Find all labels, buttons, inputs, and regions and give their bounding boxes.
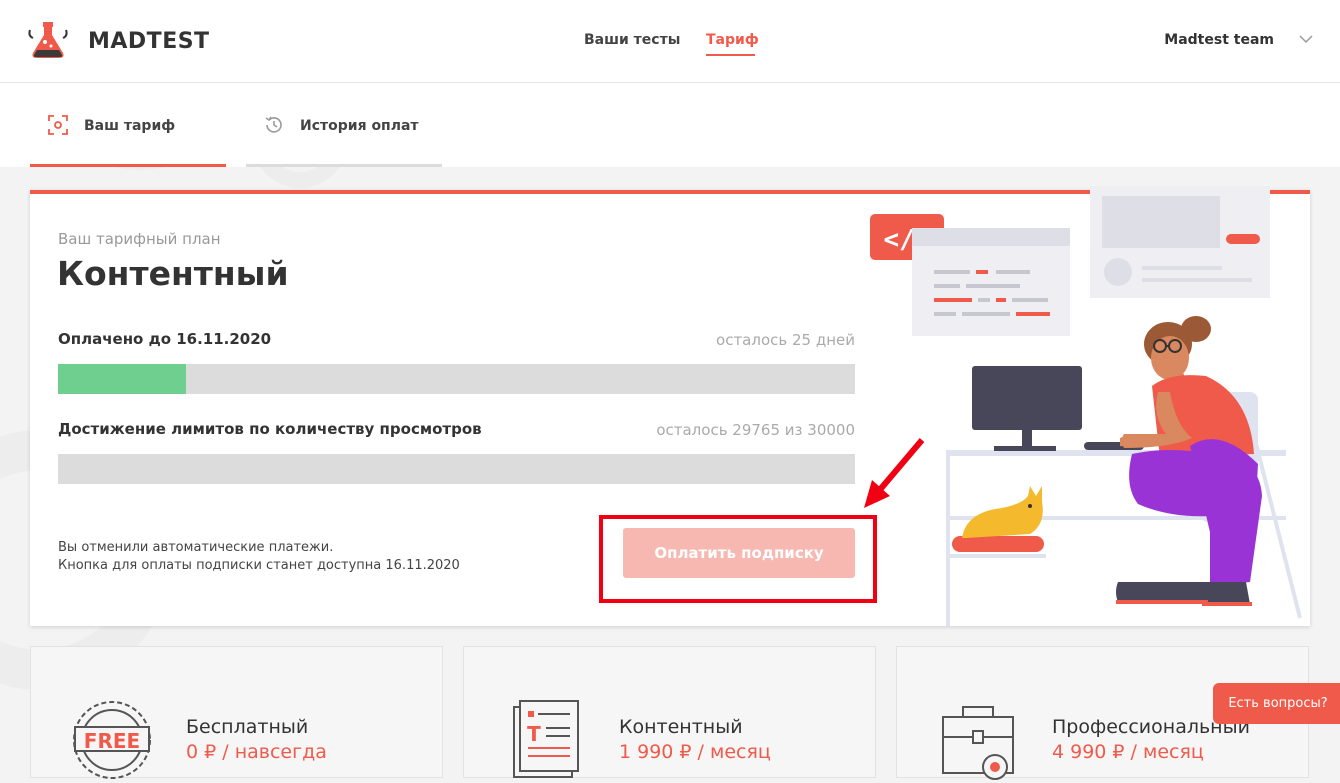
user-menu[interactable]: Madtest team <box>1164 32 1274 48</box>
autopay-note-line2: Кнопка для оплаты подписки станет доступ… <box>58 558 460 573</box>
views-limit-label: Достижение лимитов по количеству просмот… <box>58 420 482 438</box>
autopay-note: Вы отменили автоматические платежи. Кноп… <box>58 539 460 575</box>
plan-name: Контентный <box>57 254 289 293</box>
pricing-card-free[interactable]: FREE Бесплатный 0 ₽ / навсегда <box>30 646 443 779</box>
target-icon <box>48 115 68 135</box>
top-header: MADTEST Ваши тесты Тариф Madtest team <box>0 0 1340 83</box>
paid-until-label: Оплачено до 16.11.2020 <box>58 330 272 348</box>
free-badge-text: FREE <box>84 729 140 753</box>
tab-your-tariff[interactable]: Ваш тариф <box>30 83 226 167</box>
pricing-price-free: 0 ₽ / навсегда <box>186 741 327 763</box>
briefcase-icon <box>942 706 1014 780</box>
document-icon: T <box>513 700 579 778</box>
pricing-price-content: 1 990 ₽ / месяц <box>619 741 771 763</box>
history-icon <box>265 116 282 133</box>
paid-progress-fill <box>58 364 186 394</box>
annotation-highlight-box <box>599 515 877 603</box>
chevron-down-icon[interactable] <box>1297 30 1315 48</box>
brand-name[interactable]: MADTEST <box>88 29 210 54</box>
tab-inactive-underline <box>246 164 442 167</box>
plan-subtitle: Ваш тарифный план <box>58 230 221 248</box>
pricing-name-content: Контентный <box>619 716 743 738</box>
tab-payment-history[interactable]: История оплат <box>246 83 442 167</box>
free-badge-icon: FREE <box>73 701 151 779</box>
tabs-bar: Ваш тариф История оплат <box>0 83 1340 167</box>
nav-tariff[interactable]: Тариф <box>706 32 759 48</box>
views-remaining: осталось 29765 из 30000 <box>656 421 855 439</box>
pricing-card-content[interactable]: T Контентный 1 990 ₽ / месяц <box>463 646 876 778</box>
nav-active-underline <box>706 54 755 56</box>
svg-text:T: T <box>527 722 541 746</box>
views-progress-bar <box>58 454 855 484</box>
pricing-price-professional: 4 990 ₽ / месяц <box>1052 741 1204 763</box>
tab-your-tariff-label: Ваш тариф <box>84 118 176 134</box>
madtest-logo-icon[interactable] <box>28 20 68 62</box>
developer-illustration: </> <box>870 186 1302 626</box>
tab-payment-history-label: История оплат <box>300 118 419 134</box>
help-button[interactable]: Есть вопросы? <box>1213 683 1340 724</box>
nav-your-tests[interactable]: Ваши тесты <box>584 32 680 48</box>
autopay-note-line1: Вы отменили автоматические платежи. <box>58 540 334 555</box>
paid-progress-bar <box>58 364 855 394</box>
pricing-name-free: Бесплатный <box>186 716 309 738</box>
tab-active-underline <box>30 164 226 167</box>
days-remaining: осталось 25 дней <box>716 331 855 349</box>
tariff-card: Ваш тарифный план Контентный Оплачено до… <box>30 186 1310 626</box>
